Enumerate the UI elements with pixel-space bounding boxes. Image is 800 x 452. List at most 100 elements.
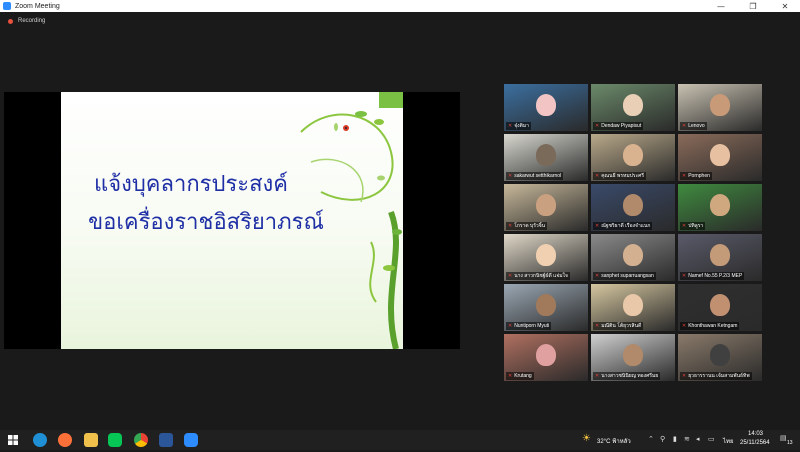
participant-name: Nuntiporn Myuti: [514, 323, 550, 329]
participant-name-tag: ✕ จุ๋งติมา: [506, 122, 531, 130]
muted-mic-icon: ✕: [595, 373, 600, 379]
presentation-slide: แจ้งบุคลากรประสงค์ ขอเครื่องราชอิสริยาภร…: [61, 92, 403, 349]
chrome-icon[interactable]: [134, 433, 148, 447]
participant-avatar: [536, 94, 556, 116]
notification-center-icon[interactable]: ▤: [780, 434, 787, 442]
participant-avatar: [710, 144, 730, 166]
windows-start-icon[interactable]: [6, 433, 20, 447]
close-button[interactable]: ✕: [770, 0, 800, 12]
recording-dot-icon: [8, 18, 13, 24]
clock-time[interactable]: 14:03: [748, 431, 763, 437]
participant-tile[interactable]: ✕ Lenovo: [678, 84, 762, 131]
zoom-taskbar-icon[interactable]: [184, 433, 198, 447]
edge-browser-icon[interactable]: [33, 433, 47, 447]
participant-name: ณัฐชริธาดี เรืองจำแนก: [601, 223, 651, 229]
muted-mic-icon: ✕: [595, 223, 600, 229]
minimize-button[interactable]: —: [706, 0, 736, 12]
window-title: Zoom Meeting: [15, 2, 60, 10]
people-icon[interactable]: ⚲: [660, 435, 665, 443]
participant-tile[interactable]: ✕ โกราด บุรัวจิ้น: [504, 184, 588, 231]
maximize-button[interactable]: ❐: [738, 0, 768, 12]
participant-name-tag: ✕ Krutang: [506, 372, 534, 380]
participant-name: Khonthawan Ketngam: [688, 323, 738, 329]
participant-tile[interactable]: ✕ Nuntiporn Myuti: [504, 284, 588, 331]
participant-avatar: [710, 244, 730, 266]
recording-indicator[interactable]: Recording: [8, 18, 45, 24]
participant-name-tag: ✕ คุณนธี พรหมประศรี: [593, 172, 647, 180]
participant-name: มณีติน โต้ยุวรสินดี: [601, 323, 642, 329]
participant-avatar: [536, 244, 556, 266]
participant-tile[interactable]: ✕ มณีติน โต้ยุวรสินดี: [591, 284, 675, 331]
muted-mic-icon: ✕: [508, 373, 513, 379]
participant-name-tag: ✕ มณีติน โต้ยุวรสินดี: [593, 322, 644, 330]
participant-tile[interactable]: ✕ ปทิลูรา: [678, 184, 762, 231]
participant-name: คุณนธี พรหมประศรี: [601, 173, 645, 179]
participant-avatar: [536, 144, 556, 166]
participant-tile[interactable]: ✕ ยุวธารรานน เจ้มสามพันธ์ทิพ: [678, 334, 762, 381]
participant-tile[interactable]: ✕ คุณนธี พรหมประศรี: [591, 134, 675, 181]
wifi-icon[interactable]: ≋: [684, 435, 690, 443]
file-explorer-icon[interactable]: [84, 433, 98, 447]
participant-tile[interactable]: ✕ นางสาวชนินิยญ ทองศรีมย: [591, 334, 675, 381]
participant-name-tag: ✕ ณัฐชริธาดี เรืองจำแนก: [593, 222, 653, 230]
muted-mic-icon: ✕: [508, 123, 513, 129]
weather-text[interactable]: 32°C ฟ้าหลัว: [597, 436, 631, 446]
participant-avatar: [710, 94, 730, 116]
slide-title-line-1: แจ้งบุคลากรประสงค์: [94, 172, 288, 197]
participant-name-tag: ✕ Namef No.55 P.2/3 MEP: [680, 272, 745, 280]
participant-tile[interactable]: ✕ จุ๋งติมา: [504, 84, 588, 131]
muted-mic-icon: ✕: [682, 123, 687, 129]
participant-tile[interactable]: ✕ Pornphen: [678, 134, 762, 181]
participant-tile[interactable]: ✕ Namef No.55 P.2/3 MEP: [678, 234, 762, 281]
muted-mic-icon: ✕: [682, 223, 687, 229]
windows-taskbar: ☀ 32°C ฟ้าหลัว ⌃ ⚲ ▮ ≋ ◂ ▭ ไทย 14:03 25/…: [0, 430, 800, 450]
participant-tile[interactable]: ✕ Krutang: [504, 334, 588, 381]
participant-avatar: [623, 344, 643, 366]
firefox-icon[interactable]: [58, 433, 72, 447]
participant-tile[interactable]: ✕ Dendaw Piyapisut: [591, 84, 675, 131]
participant-avatar: [623, 94, 643, 116]
participant-name-tag: ✕ Lenovo: [680, 122, 707, 130]
window-titlebar: Zoom Meeting — ❐ ✕: [0, 0, 800, 12]
battery-icon[interactable]: ▭: [708, 435, 715, 443]
weather-icon: ☀: [582, 433, 591, 444]
line-app-icon[interactable]: [108, 433, 122, 447]
microphone-icon[interactable]: ▮: [673, 435, 677, 443]
participant-name: ยุวธารรานน เจ้มสามพันธ์ทิพ: [688, 373, 750, 379]
participant-avatar: [623, 244, 643, 266]
participant-tile[interactable]: ✕ sanphet suparruangsan: [591, 234, 675, 281]
participant-name: sanphet suparruangsan: [601, 273, 654, 279]
participant-avatar: [536, 194, 556, 216]
participant-tile[interactable]: ✕ sakarwut setthikarnol: [504, 134, 588, 181]
zoom-logo-icon: [3, 2, 11, 10]
word-icon[interactable]: [159, 433, 173, 447]
participant-name-tag: ✕ โกราด บุรัวจิ้น: [506, 222, 548, 230]
slide-title-line-2: ขอเครื่องราชอิสริยาภรณ์: [88, 210, 324, 235]
meeting-area: Recording แจ้งบุคลากรประสงค์ ขอเครื่องรา…: [0, 12, 800, 430]
participant-name: Krutang: [514, 373, 532, 379]
participant-name-tag: ✕ Khonthawan Ketngam: [680, 322, 740, 330]
participant-name-tag: ✕ Dendaw Piyapisut: [593, 122, 644, 130]
muted-mic-icon: ✕: [508, 223, 513, 229]
muted-mic-icon: ✕: [595, 273, 600, 279]
participant-name: จุ๋งติมา: [514, 123, 529, 129]
input-language[interactable]: ไทย: [723, 436, 734, 446]
participant-tile[interactable]: ✕ Khonthawan Ketngam: [678, 284, 762, 331]
network-icon[interactable]: ⌃: [648, 435, 654, 443]
participant-name-tag: ✕ sakarwut setthikarnol: [506, 172, 564, 180]
clock-date[interactable]: 25/11/2564: [740, 440, 770, 446]
muted-mic-icon: ✕: [595, 123, 600, 129]
participant-name: นางสาวชนินิยญ ทองศรีมย: [601, 373, 659, 379]
muted-mic-icon: ✕: [682, 173, 687, 179]
muted-mic-icon: ✕: [508, 323, 513, 329]
participant-tile[interactable]: ✕ ณัฐชริธาดี เรืองจำแนก: [591, 184, 675, 231]
muted-mic-icon: ✕: [508, 173, 513, 179]
participant-name-tag: ✕ Pornphen: [680, 172, 712, 180]
participant-avatar: [710, 294, 730, 316]
participant-tile[interactable]: ✕ นาง สาวกนิชฐ์ผ์ดี แจ่มใจ: [504, 234, 588, 281]
speaker-icon[interactable]: ◂: [696, 435, 700, 443]
participant-name-tag: ✕ นาง สาวกนิชฐ์ผ์ดี แจ่มใจ: [506, 272, 570, 280]
participant-name: sakarwut setthikarnol: [514, 173, 562, 179]
participant-avatar: [623, 194, 643, 216]
participant-name-tag: ✕ นางสาวชนินิยญ ทองศรีมย: [593, 372, 661, 380]
